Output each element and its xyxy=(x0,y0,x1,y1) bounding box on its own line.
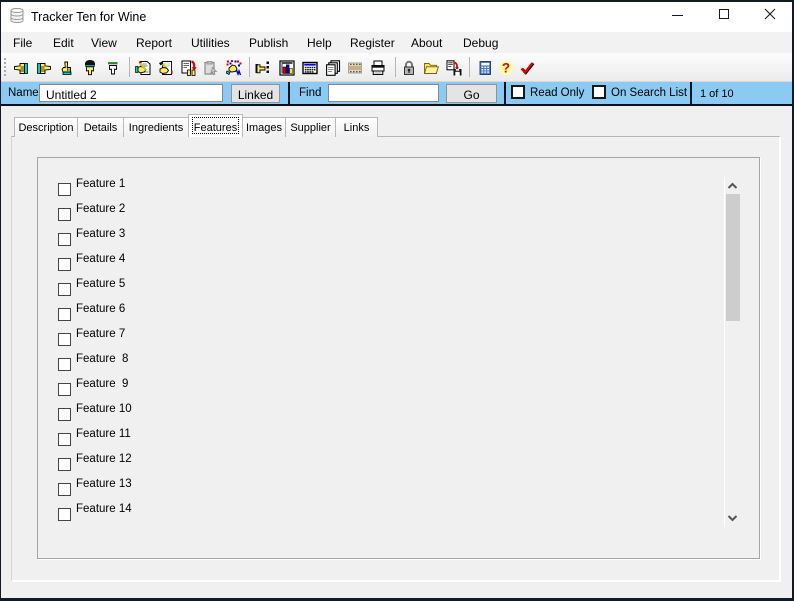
svg-text:?: ? xyxy=(502,61,510,76)
